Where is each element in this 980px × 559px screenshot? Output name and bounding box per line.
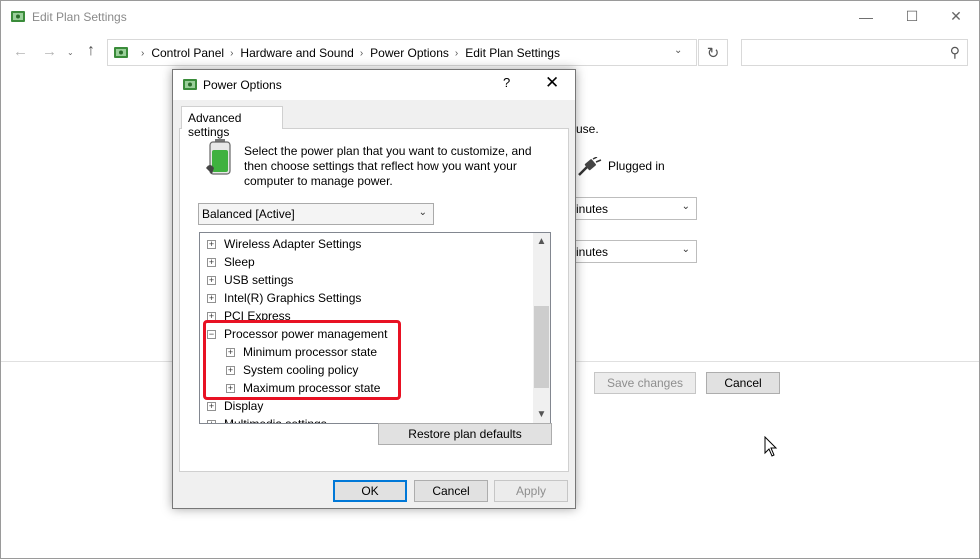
apply-button[interactable]: Apply <box>494 480 568 502</box>
tree-item-label: System cooling policy <box>243 363 359 377</box>
up-arrow-icon[interactable]: ↑ <box>87 42 95 60</box>
battery-icon <box>206 139 231 175</box>
tree-item-label: PCI Express <box>224 309 291 323</box>
navigation-bar: ← → ⌄ ↑ › Control Panel › Hardware and S… <box>1 35 979 69</box>
tree-item-label: USB settings <box>224 273 294 287</box>
background-description-text: use. <box>576 122 599 136</box>
tree-item[interactable]: + USB settings <box>200 271 534 289</box>
close-window-button[interactable]: ✕ <box>933 1 979 32</box>
maximize-button[interactable]: ☐ <box>889 1 935 32</box>
select-value: inutes <box>576 202 609 216</box>
expand-icon[interactable]: + <box>207 420 216 423</box>
tree-item[interactable]: + Wireless Adapter Settings <box>200 235 534 253</box>
forward-arrow-icon[interactable]: → <box>42 43 57 60</box>
window-titlebar: Edit Plan Settings — ☐ ✕ <box>1 1 979 33</box>
select-value: inutes <box>576 245 609 259</box>
tree-item[interactable]: + Sleep <box>200 253 534 271</box>
tree-item[interactable]: + System cooling policy <box>200 361 534 379</box>
advanced-settings-panel: Select the power plan that you want to c… <box>179 128 569 472</box>
breadcrumb: › Control Panel › Hardware and Sound › P… <box>135 46 560 60</box>
tree-item-label: Minimum processor state <box>243 345 378 359</box>
dialog-titlebar: Power Options ? ✕ <box>173 70 575 100</box>
address-bar[interactable]: › Control Panel › Hardware and Sound › P… <box>107 39 697 66</box>
ok-button[interactable]: OK <box>333 480 407 502</box>
tab-advanced-settings[interactable]: Advanced settings <box>181 106 283 139</box>
help-button[interactable]: ? <box>503 75 510 90</box>
expand-icon[interactable]: + <box>207 312 216 321</box>
intro-text: Select the power plan that you want to c… <box>244 144 532 188</box>
breadcrumb-control-panel[interactable]: Control Panel <box>151 46 224 60</box>
tree-item[interactable]: + Minimum processor state <box>200 343 534 361</box>
tree-scrollbar[interactable]: ▲ ▼ <box>533 233 550 423</box>
collapse-icon[interactable]: − <box>207 330 216 339</box>
scroll-up-icon[interactable]: ▲ <box>533 233 550 250</box>
breadcrumb-separator-icon[interactable]: › <box>360 48 363 59</box>
breadcrumb-hardware-and-sound[interactable]: Hardware and Sound <box>240 46 353 60</box>
chevron-down-icon: ⌄ <box>681 201 690 212</box>
tree-item-label: Sleep <box>224 255 255 269</box>
cancel-button[interactable]: Cancel <box>706 372 780 394</box>
expand-icon[interactable]: + <box>226 384 235 393</box>
settings-tree-list: + Wireless Adapter Settings + Sleep + USB set… <box>200 235 534 424</box>
scroll-down-icon[interactable]: ▼ <box>533 406 550 423</box>
tree-item-label: Display <box>224 399 264 413</box>
breadcrumb-separator-icon: › <box>141 47 145 59</box>
power-options-icon <box>11 11 25 22</box>
tree-item[interactable]: + Display <box>200 397 534 415</box>
dialog-title: Power Options <box>203 78 282 92</box>
expand-icon[interactable]: + <box>207 258 216 267</box>
tree-item[interactable]: + Maximum processor state <box>200 379 534 397</box>
power-plan-value: Balanced [Active] <box>202 207 295 221</box>
control-panel-icon <box>114 47 128 58</box>
chevron-down-icon: ⌄ <box>681 244 690 255</box>
tree-item-label: Processor power management <box>224 327 388 341</box>
tree-item-label: Maximum processor state <box>243 381 381 395</box>
minimize-button[interactable]: — <box>843 1 889 32</box>
expand-icon[interactable]: + <box>207 276 216 285</box>
breadcrumb-edit-plan-settings[interactable]: Edit Plan Settings <box>465 46 560 60</box>
breadcrumb-power-options[interactable]: Power Options <box>370 46 449 60</box>
search-input[interactable]: ⚲ <box>741 39 968 66</box>
chevron-down-icon[interactable]: ⌄ <box>674 45 682 56</box>
dialog-close-button[interactable]: ✕ <box>545 73 559 93</box>
back-arrow-icon[interactable]: ← <box>13 43 28 60</box>
plugged-in-display-select[interactable]: inutes ⌄ <box>573 197 697 220</box>
mouse-cursor-icon <box>764 436 778 457</box>
scroll-thumb[interactable] <box>534 306 549 388</box>
plugged-in-sleep-select[interactable]: inutes ⌄ <box>573 240 697 263</box>
expand-icon[interactable]: + <box>207 402 216 411</box>
breadcrumb-separator-icon[interactable]: › <box>455 48 458 59</box>
tree-item-label: Wireless Adapter Settings <box>224 237 362 251</box>
power-plan-select[interactable]: Balanced [Active] ⌄ <box>198 203 434 225</box>
search-icon: ⚲ <box>949 44 960 60</box>
tree-item[interactable]: + Intel(R) Graphics Settings <box>200 289 534 307</box>
plugged-in-label: Plugged in <box>608 159 665 173</box>
refresh-button[interactable]: ↻ <box>698 39 728 66</box>
expand-icon[interactable]: + <box>207 294 216 303</box>
chevron-down-icon: ⌄ <box>418 207 427 218</box>
restore-plan-defaults-button[interactable]: Restore plan defaults <box>378 423 552 445</box>
recent-locations-icon[interactable]: ⌄ <box>67 48 74 57</box>
tree-item-label: Multimedia settings <box>224 417 327 424</box>
settings-tree[interactable]: + Wireless Adapter Settings + Sleep + USB set… <box>199 232 551 424</box>
tree-item[interactable]: − Processor power management <box>200 325 534 343</box>
expand-icon[interactable]: + <box>207 240 216 249</box>
power-options-icon <box>183 79 197 90</box>
tree-item[interactable]: + PCI Express <box>200 307 534 325</box>
tree-item-label: Intel(R) Graphics Settings <box>224 291 362 305</box>
expand-icon[interactable]: + <box>226 366 235 375</box>
expand-icon[interactable]: + <box>226 348 235 357</box>
save-changes-button[interactable]: Save changes <box>594 372 696 394</box>
window-title: Edit Plan Settings <box>32 10 127 24</box>
dialog-cancel-button[interactable]: Cancel <box>414 480 488 502</box>
power-options-dialog: Power Options ? ✕ Advanced settings Sele… <box>172 69 576 509</box>
address-divider <box>696 40 697 65</box>
plug-icon <box>578 157 602 176</box>
breadcrumb-separator-icon[interactable]: › <box>230 48 233 59</box>
